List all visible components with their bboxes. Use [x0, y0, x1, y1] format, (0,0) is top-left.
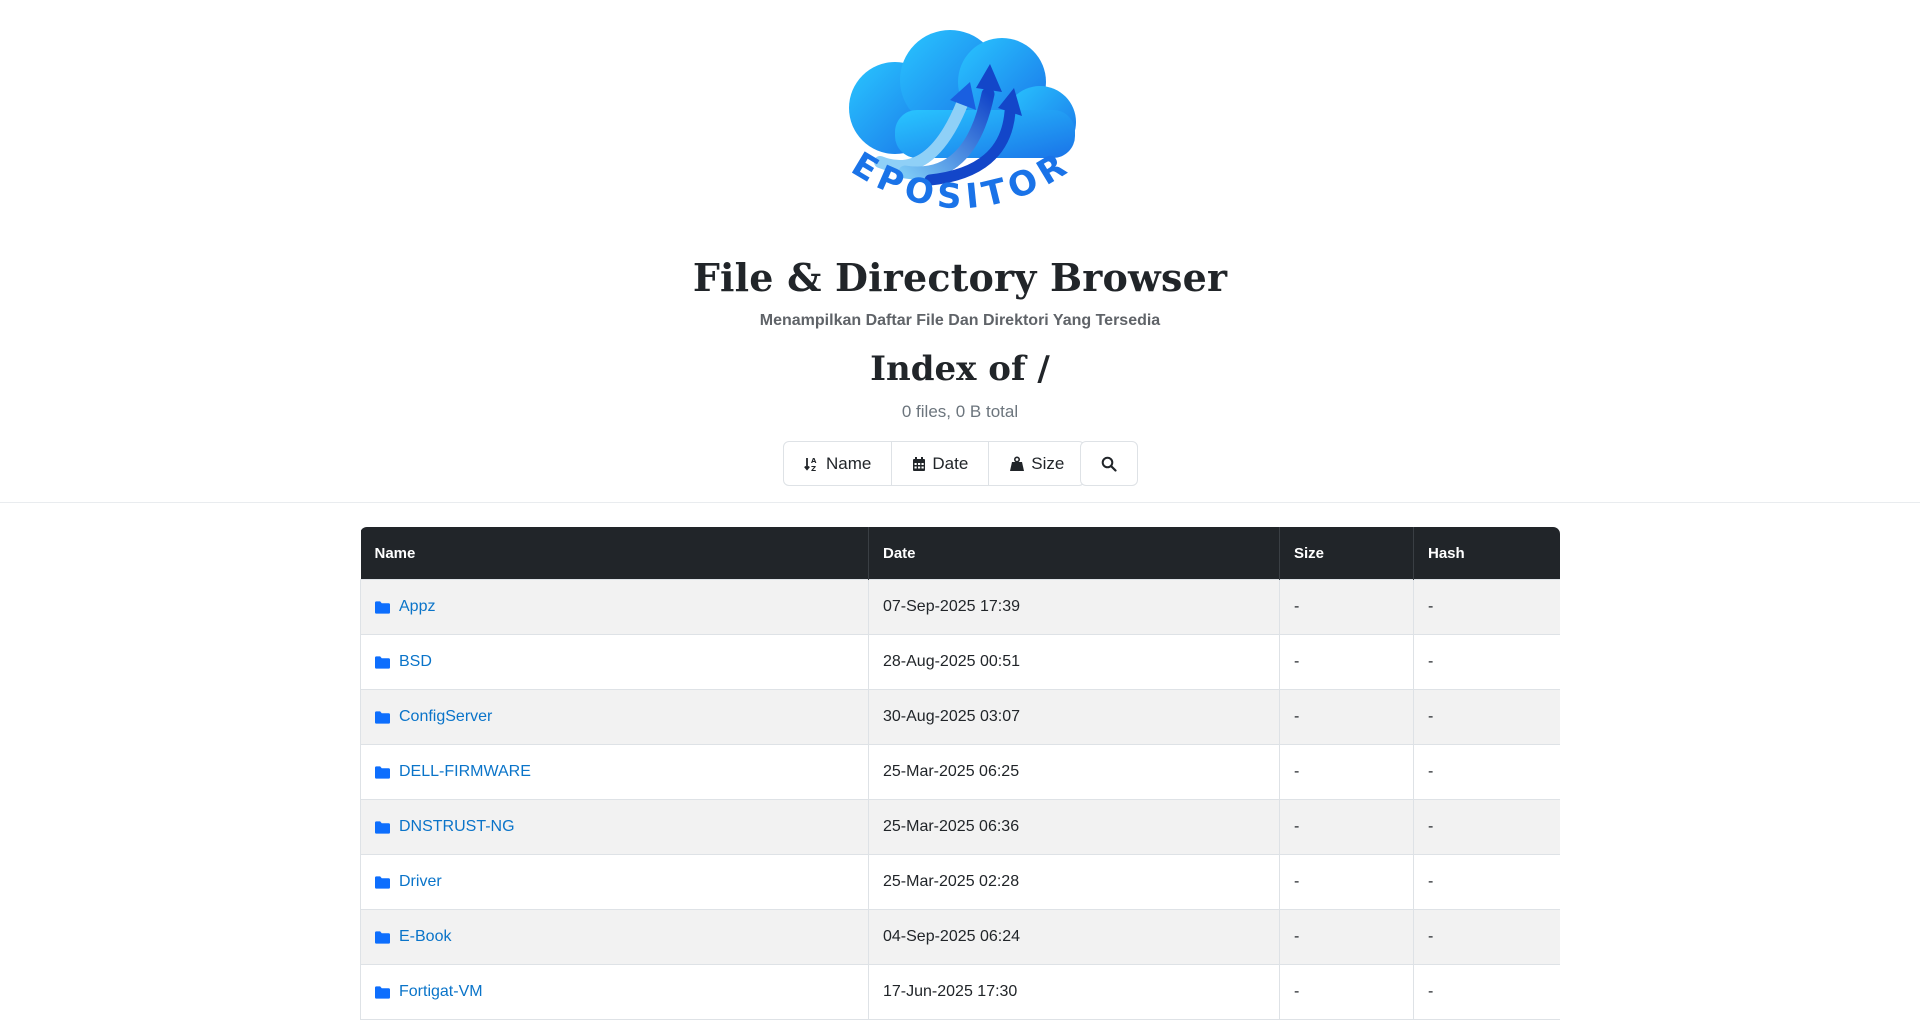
file-table: Name Date Size Hash Appz 07-Sep-2025 17:3… [360, 527, 1560, 1020]
sort-by-size-label: Size [1031, 453, 1065, 473]
date-cell: 30-Aug-2025 03:07 [868, 689, 1280, 745]
name-cell-content: DELL-FIRMWARE [375, 763, 854, 781]
hash-cell: - [1413, 579, 1560, 635]
folder-link[interactable]: E-Book [399, 928, 451, 946]
name-cell: ConfigServer [360, 689, 869, 745]
name-cell: Fortigat-VM [360, 964, 869, 1020]
name-cell: DNSTRUST-NG [360, 799, 869, 855]
column-header-name[interactable]: Name [360, 527, 869, 580]
hash-cell: - [1413, 909, 1560, 965]
hash-cell: - [1413, 854, 1560, 910]
size-cell: - [1279, 689, 1414, 745]
page-subtitle: Menampilkan Daftar File Dan Direktori Ya… [759, 312, 1161, 329]
name-cell: E-Book [360, 909, 869, 965]
date-cell: 25-Mar-2025 02:28 [868, 854, 1280, 910]
sort-by-name-label: Name [826, 453, 872, 473]
page-header: REPOSITORY File & Directory Browser Mena… [0, 0, 1920, 503]
folder-icon [375, 765, 390, 779]
folder-icon [375, 930, 390, 944]
name-cell-content: Appz [375, 598, 854, 616]
name-cell: BSD [360, 634, 869, 690]
table-row: Appz 07-Sep-2025 17:39- - [360, 579, 1560, 635]
folder-icon [375, 710, 390, 724]
size-cell: - [1279, 634, 1414, 690]
hash-cell: - [1413, 799, 1560, 855]
file-table-body: Appz 07-Sep-2025 17:39- - BSD 28-Aug-2025 00… [360, 579, 1560, 1020]
size-cell: - [1279, 799, 1414, 855]
index-heading: Index of / [870, 349, 1050, 389]
table-row: BSD 28-Aug-2025 00:51- - [360, 634, 1560, 690]
table-row: ConfigServer 30-Aug-2025 03:07- - [360, 689, 1560, 745]
folder-icon [375, 985, 390, 999]
folder-link[interactable]: DNSTRUST-NG [399, 818, 515, 836]
date-cell: 04-Sep-2025 06:24 [868, 909, 1280, 965]
search-icon [1101, 456, 1117, 472]
folder-link[interactable]: Driver [399, 873, 442, 891]
sort-by-size-button[interactable]: Size [989, 442, 1084, 485]
calendar-icon [913, 456, 926, 471]
svg-text:A: A [811, 457, 817, 465]
date-cell: 17-Jun-2025 17:30 [868, 964, 1280, 1020]
size-cell: - [1279, 744, 1414, 800]
table-row: DELL-FIRMWARE 25-Mar-2025 06:25- - [360, 744, 1560, 800]
size-cell: - [1279, 909, 1414, 965]
search-button[interactable] [1080, 441, 1138, 486]
folder-icon [375, 875, 390, 889]
hash-cell: - [1413, 964, 1560, 1020]
sort-by-date-label: Date [932, 453, 969, 473]
sort-by-name-button[interactable]: A Z Name [784, 442, 893, 485]
sort-alpha-icon: A Z [804, 457, 817, 472]
folder-icon [375, 600, 390, 614]
hash-cell: - [1413, 634, 1560, 690]
sort-by-date-button[interactable]: Date [892, 442, 990, 485]
table-row: E-Book 04-Sep-2025 06:24- - [360, 909, 1560, 965]
name-cell-content: DNSTRUST-NG [375, 818, 854, 836]
name-cell: Appz [360, 579, 869, 635]
folder-link[interactable]: BSD [399, 653, 432, 671]
date-cell: 28-Aug-2025 00:51 [868, 634, 1280, 690]
hash-cell: - [1413, 744, 1560, 800]
date-cell: 07-Sep-2025 17:39 [868, 579, 1280, 635]
column-header-date[interactable]: Date [868, 527, 1280, 580]
date-cell: 25-Mar-2025 06:36 [868, 799, 1280, 855]
table-row: Driver 25-Mar-2025 02:28- - [360, 854, 1560, 910]
table-row: Fortigat-VM 17-Jun-2025 17:30- - [360, 964, 1560, 1020]
size-cell: - [1279, 964, 1414, 1020]
folder-icon [375, 655, 390, 669]
name-cell: DELL-FIRMWARE [360, 744, 869, 800]
size-cell: - [1279, 854, 1414, 910]
folder-link[interactable]: Fortigat-VM [399, 983, 483, 1001]
name-cell-content: Driver [375, 873, 854, 891]
folder-link[interactable]: Appz [399, 598, 435, 616]
page-title: File & Directory Browser [692, 255, 1228, 300]
column-header-hash: Hash [1413, 527, 1560, 580]
name-cell-content: BSD [375, 653, 854, 671]
size-cell: - [1279, 579, 1414, 635]
sort-button-group: A Z Name Date Size [783, 441, 1086, 486]
name-cell-content: E-Book [375, 928, 854, 946]
files-summary: 0 files, 0 B total [901, 402, 1019, 421]
repository-logo: REPOSITORY [810, 22, 1076, 218]
folder-icon [375, 820, 390, 834]
name-cell-content: Fortigat-VM [375, 983, 854, 1001]
name-cell: Driver [360, 854, 869, 910]
file-table-container: Name Date Size Hash Appz 07-Sep-2025 17:3… [360, 527, 1560, 1020]
weight-icon [1010, 455, 1025, 471]
table-row: DNSTRUST-NG 25-Mar-2025 06:36- - [360, 799, 1560, 855]
name-cell-content: ConfigServer [375, 708, 854, 726]
svg-text:Z: Z [811, 465, 816, 472]
folder-link[interactable]: DELL-FIRMWARE [399, 763, 531, 781]
date-cell: 25-Mar-2025 06:25 [868, 744, 1280, 800]
hash-cell: - [1413, 689, 1560, 745]
folder-link[interactable]: ConfigServer [399, 708, 492, 726]
column-header-size[interactable]: Size [1279, 527, 1414, 580]
table-header-row: Name Date Size Hash [360, 527, 1560, 580]
